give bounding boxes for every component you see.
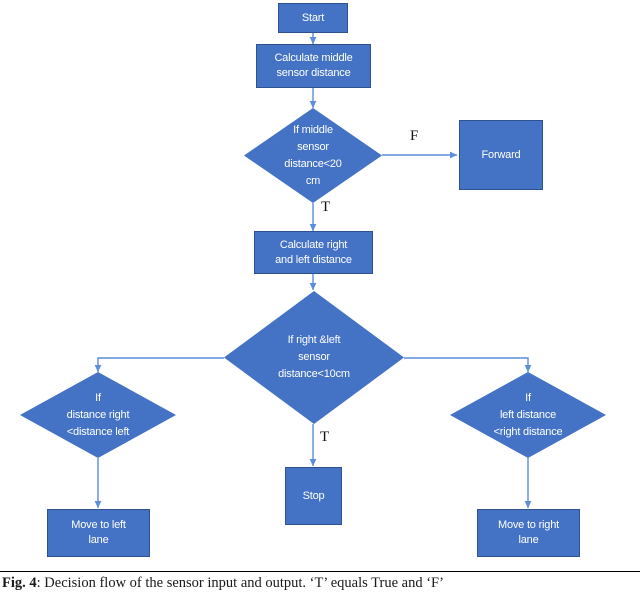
node-calculate-middle-sensor-distance-label: Calculate middle sensor distance [274, 52, 353, 79]
node-if-left-distance-lt-right-distance[interactable]: If left distance <right distance [450, 372, 606, 458]
caption-rule [0, 571, 640, 572]
figure-caption: Fig. 4: Decision flow of the sensor inpu… [0, 575, 640, 592]
figure-caption-prefix: Fig. 4 [2, 575, 37, 591]
node-move-to-right-lane[interactable]: Move to right lane [477, 509, 580, 557]
node-if-right-and-left-sensor-distance-lt-10[interactable]: If right &left sensor distance<10cm [224, 291, 404, 424]
node-calculate-right-and-left-distance[interactable]: Calculate right and left distance [254, 231, 373, 274]
node-stop[interactable]: Stop [285, 467, 342, 525]
node-if-middle-sensor-distance-lt-20-label: If middle sensor distance<20 cm [284, 123, 342, 187]
node-forward-label: Forward [481, 148, 521, 161]
node-move-to-right-lane-label: Move to right lane [498, 519, 559, 546]
edge-label-true-middle: T [321, 199, 331, 215]
node-if-distance-right-lt-distance-left[interactable]: If distance right <distance left [20, 372, 176, 458]
node-if-left-distance-lt-right-distance-label: If left distance <right distance [493, 391, 563, 438]
node-move-to-left-lane[interactable]: Move to left lane [47, 509, 150, 557]
node-calculate-right-and-left-distance-label: Calculate right and left distance [275, 238, 352, 266]
node-start-label: Start [301, 11, 325, 24]
node-if-middle-sensor-distance-lt-20[interactable]: If middle sensor distance<20 cm [244, 108, 382, 203]
node-move-to-left-lane-label: Move to left lane [71, 519, 126, 546]
edge-label-false-middle: F [410, 128, 419, 144]
node-if-distance-right-lt-distance-left-label: If distance right <distance left [66, 391, 130, 438]
node-start[interactable]: Start [278, 3, 348, 33]
figure-caption-text: : Decision flow of the sensor input and … [36, 575, 444, 591]
node-stop-label: Stop [302, 489, 325, 502]
node-if-right-and-left-sensor-distance-lt-10-label: If right &left sensor distance<10cm [278, 334, 350, 380]
node-calculate-middle-sensor-distance[interactable]: Calculate middle sensor distance [256, 44, 371, 88]
node-forward[interactable]: Forward [459, 120, 543, 190]
edge-label-true-center: T [320, 429, 330, 445]
